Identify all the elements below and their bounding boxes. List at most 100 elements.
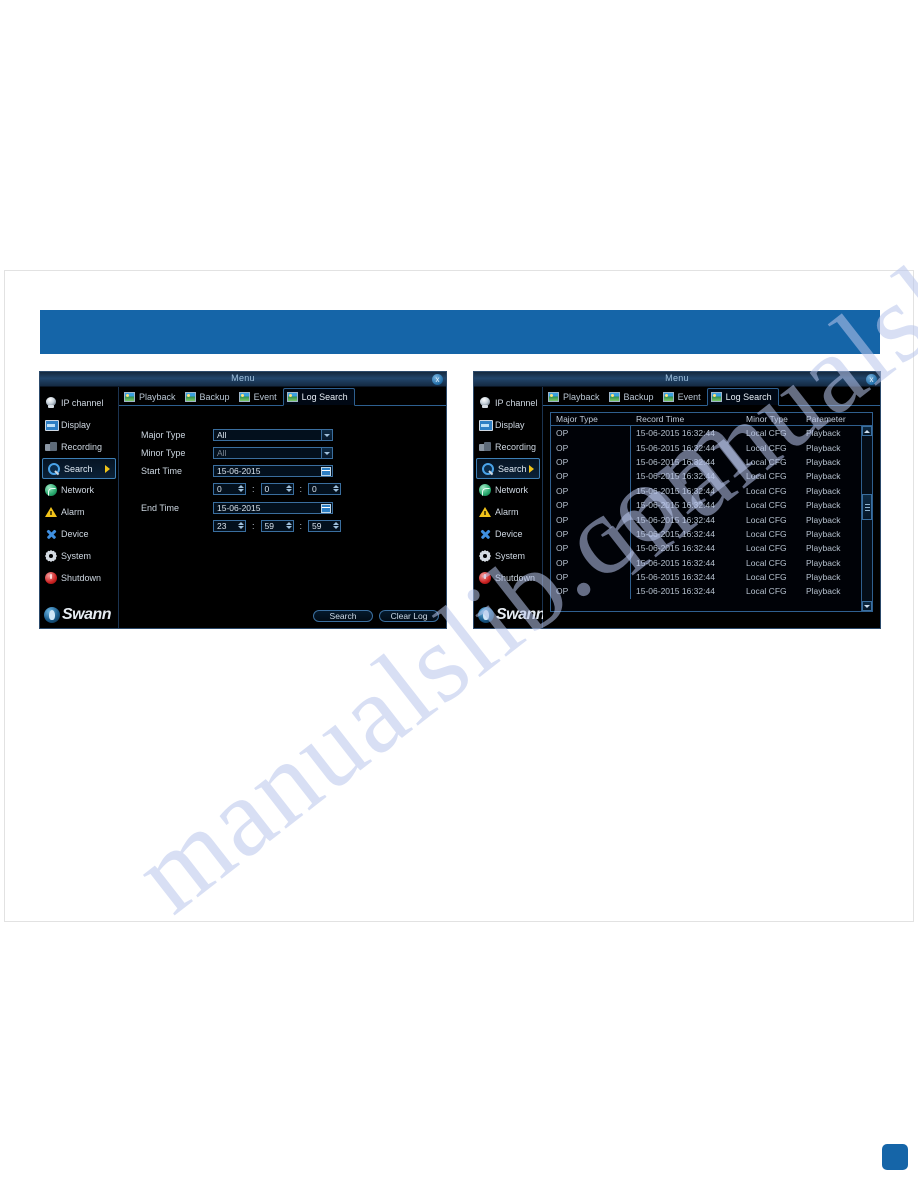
window-title: Menu [231, 373, 255, 383]
major-type-label: Major Type [141, 430, 186, 440]
sidebar-item-label: Search [64, 463, 93, 474]
table-row[interactable]: OP 15-06-2015 16:32:44 Local CFG Playback [551, 584, 861, 599]
table-row[interactable]: OP 15-06-2015 16:32:44 Local CFG Playback [551, 541, 861, 556]
search-button[interactable]: Search [313, 610, 373, 622]
tab-log-search[interactable]: Log Search [706, 388, 779, 406]
end-date-input[interactable]: 15-06-2015 [213, 502, 333, 514]
table-row[interactable]: OP 15-06-2015 16:32:44 Local CFG Playback [551, 426, 861, 441]
cell-record-time: 15-06-2015 16:32:44 [636, 514, 715, 525]
sidebar-item-network[interactable]: Network [474, 479, 542, 501]
sidebar-item-label: Display [61, 420, 91, 430]
sidebar-item-system[interactable]: System [40, 545, 118, 567]
sidebar-item-search[interactable]: Search [476, 458, 540, 479]
cell-record-time: 15-06-2015 16:32:44 [636, 456, 715, 467]
close-icon[interactable]: x [866, 374, 877, 385]
start-second-stepper[interactable]: 0 [308, 482, 342, 495]
sidebar-item-device[interactable]: Device [40, 523, 118, 545]
end-second-stepper[interactable]: 59 [308, 519, 342, 532]
table-row[interactable]: OP 15-06-2015 16:32:44 Local CFG Playback [551, 569, 861, 585]
sidebar-item-network[interactable]: Network [40, 479, 118, 501]
scroll-up-icon[interactable] [862, 426, 872, 436]
sidebar-item-ip-channel[interactable]: IP channel [474, 392, 542, 414]
calendar-icon[interactable] [321, 504, 331, 513]
stepper-arrows-icon[interactable] [333, 521, 340, 531]
time-separator: : [299, 520, 303, 531]
tab-label: Log Search [725, 392, 772, 402]
sidebar-item-display[interactable]: Display [474, 414, 542, 436]
stepper-arrows-icon[interactable] [238, 484, 244, 494]
sidebar-item-search[interactable]: Search [42, 458, 116, 479]
scroll-down-icon[interactable] [862, 601, 872, 611]
stepper-arrows-icon[interactable] [333, 484, 340, 494]
start-minute-stepper[interactable]: 0 [260, 482, 294, 495]
tab-backup[interactable]: Backup [606, 388, 660, 405]
table-row[interactable]: OP 15-06-2015 16:32:44 Local CFG Playback [551, 483, 861, 498]
tab-event[interactable]: Event [236, 388, 283, 405]
cell-record-time: 15-06-2015 16:32:44 [636, 471, 715, 482]
time-separator: : [252, 520, 255, 531]
tab-backup[interactable]: Backup [182, 388, 236, 405]
cell-parameter: Playback [806, 543, 841, 554]
table-row[interactable]: OP 15-06-2015 16:32:44 Local CFG Playback [551, 497, 861, 513]
clear-log-button[interactable]: Clear Log [379, 610, 439, 622]
cell-parameter: Playback [806, 456, 841, 467]
sidebar-item-ip-channel[interactable]: IP channel [40, 392, 118, 414]
globe-icon [45, 484, 57, 496]
tab-playback[interactable]: Playback [545, 388, 606, 405]
stepper-arrows-icon[interactable] [238, 521, 244, 531]
stepper-arrows-icon[interactable] [285, 484, 292, 494]
cell-minor-type: Local CFG [746, 557, 787, 568]
start-hour-stepper[interactable]: 0 [213, 482, 246, 495]
sidebar-item-shutdown[interactable]: Shutdown [40, 567, 118, 589]
sidebar-item-system[interactable]: System [474, 545, 542, 567]
sidebar-item-device[interactable]: Device [474, 523, 542, 545]
chevron-down-icon[interactable] [321, 430, 332, 440]
table-row[interactable]: OP 15-06-2015 16:32:44 Local CFG Playback [551, 440, 861, 455]
cell-minor-type: Local CFG [746, 572, 787, 583]
close-icon[interactable]: x [432, 374, 443, 385]
chevron-down-icon[interactable] [321, 448, 332, 458]
sidebar-item-recording[interactable]: Recording [40, 436, 118, 458]
tab-strip: Playback Backup Event Log Search [543, 387, 880, 406]
stepper-arrows-icon[interactable] [285, 521, 292, 531]
nvr-window-settings: Menu x IP channel Display Recording Sear… [39, 371, 447, 629]
wrench-cross-icon [479, 528, 491, 540]
start-date-input[interactable]: 15-06-2015 [213, 465, 333, 477]
minor-type-select[interactable]: All [213, 447, 333, 459]
recorder-icon [479, 441, 491, 453]
sidebar: IP channel Display Recording Search Netw… [474, 387, 546, 628]
sidebar-item-recording[interactable]: Recording [474, 436, 542, 458]
table-row[interactable]: OP 15-06-2015 16:32:44 Local CFG Playback [551, 512, 861, 527]
sidebar-item-alarm[interactable]: Alarm [474, 501, 542, 523]
sidebar-item-alarm[interactable]: Alarm [40, 501, 118, 523]
tab-event[interactable]: Event [660, 388, 707, 405]
table-scrollbar[interactable] [861, 426, 872, 611]
column-header-minor-type: Minor Type [746, 414, 788, 424]
tab-log-search[interactable]: Log Search [282, 388, 355, 406]
cell-record-time: 15-06-2015 16:32:44 [636, 528, 715, 539]
scrollbar-track[interactable] [862, 436, 872, 601]
cell-parameter: Playback [806, 485, 841, 496]
monitor-icon [479, 419, 493, 431]
scrollbar-thumb[interactable] [862, 494, 872, 520]
table-row[interactable]: OP 15-06-2015 16:32:44 Local CFG Playback [551, 555, 861, 570]
major-type-value: All [217, 430, 227, 440]
table-row[interactable]: OP 15-06-2015 16:32:44 Local CFG Playback [551, 526, 861, 542]
end-time-row: End Time 15-06-2015 [141, 501, 446, 515]
sidebar-item-shutdown[interactable]: Shutdown [474, 567, 542, 589]
end-hour-stepper[interactable]: 23 [213, 519, 246, 532]
major-type-select[interactable]: All [213, 429, 333, 441]
end-minute-stepper[interactable]: 59 [260, 519, 294, 532]
image-icon [238, 391, 250, 402]
table-row[interactable]: OP 15-06-2015 16:32:44 Local CFG Playback [551, 454, 861, 470]
calendar-icon[interactable] [321, 467, 331, 476]
image-icon [608, 391, 620, 402]
sidebar-item-label: Alarm [61, 507, 85, 517]
page-corner-chip [882, 1144, 908, 1170]
warning-triangle-icon [45, 506, 57, 518]
tab-playback[interactable]: Playback [121, 388, 182, 405]
table-row[interactable]: OP 15-06-2015 16:32:44 Local CFG Playback [551, 469, 861, 484]
image-icon [124, 391, 135, 402]
sidebar-item-display[interactable]: Display [40, 414, 118, 436]
brand-name: Swann [496, 606, 546, 623]
